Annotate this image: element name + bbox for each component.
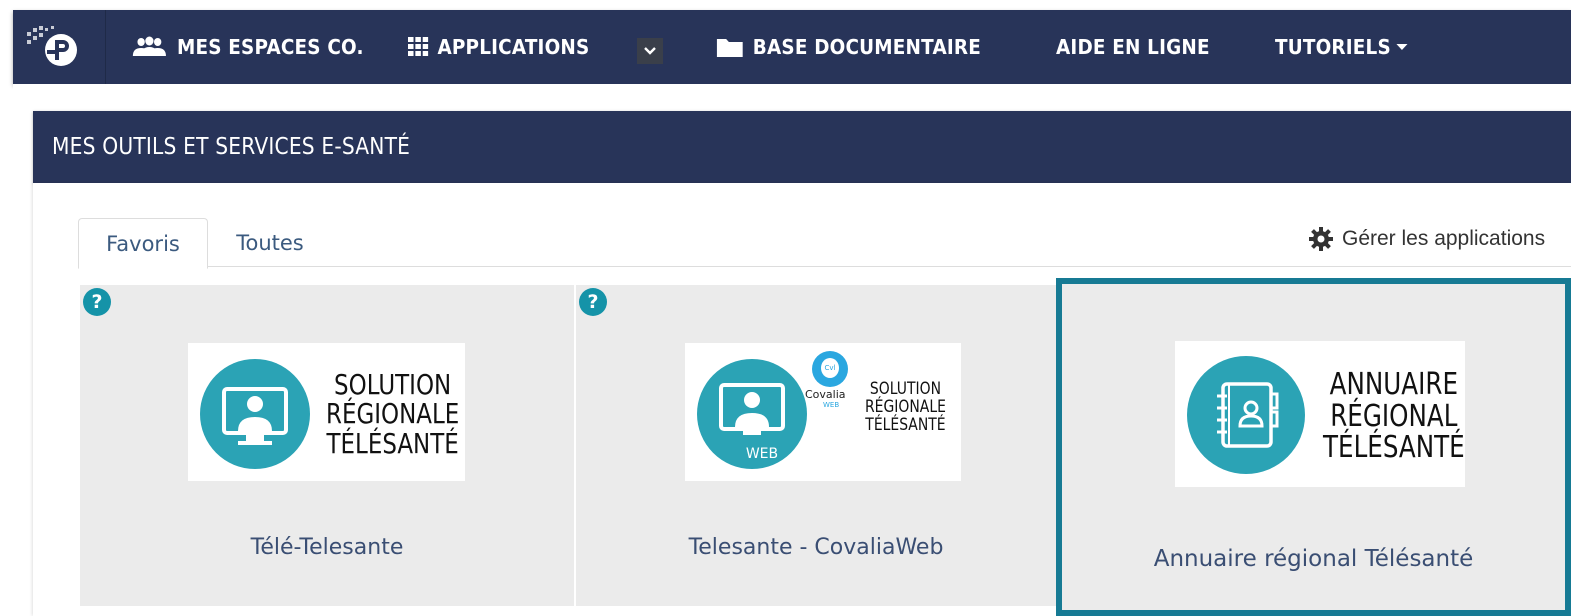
chevron-down-icon: [644, 47, 656, 55]
panel-title: MES OUTILS ET SERVICES E-SANTÉ: [52, 134, 411, 160]
applications-dropdown-button[interactable]: [637, 38, 663, 64]
nav-base-documentaire-label: BASE DOCUMENTAIRE: [752, 35, 982, 59]
logo-line: TÉLÉSANTÉ: [1323, 430, 1465, 465]
manage-applications-label: Gérer les applications: [1342, 227, 1546, 250]
nav-tutoriels[interactable]: TUTORIELS: [1275, 10, 1408, 84]
users-icon: [131, 36, 168, 58]
grid-icon: [408, 37, 429, 57]
covalia-brand-text: Covalia: [805, 388, 846, 401]
app-card-title: Télé-Telesante: [250, 535, 404, 560]
logo-line: RÉGIONALE: [326, 397, 460, 431]
manage-applications-link[interactable]: Gérer les applications: [1308, 222, 1545, 256]
web-badge: WEB: [745, 446, 779, 462]
tab-favoris[interactable]: Favoris: [78, 218, 208, 269]
app-card-title: Telesante - CovaliaWeb: [688, 535, 944, 560]
nav-base-documentaire[interactable]: BASE DOCUMENTAIRE: [716, 10, 981, 84]
logo-caption: SOLUTION RÉGIONALE TÉLÉSANTÉ: [865, 380, 946, 435]
app-logo-covaliaweb: WEB Cvl Covalia WEB SOLUTION RÉGIONALE T…: [685, 343, 961, 481]
help-icon[interactable]: ?: [83, 288, 111, 316]
logo-caption: SOLUTION RÉGIONALE TÉLÉSANTÉ: [326, 368, 460, 460]
logo-line: ANNUAIRE: [1329, 367, 1459, 402]
caret-down-icon: [1396, 44, 1408, 50]
address-book-icon: [1187, 356, 1305, 474]
app-card-title: Annuaire régional Télésanté: [1153, 546, 1474, 572]
app-logo-tele-telesante: SOLUTION RÉGIONALE TÉLÉSANTÉ: [188, 343, 465, 481]
tab-toutes[interactable]: Toutes: [220, 218, 320, 267]
top-margin: [0, 0, 1571, 10]
gear-icon: [1308, 226, 1334, 252]
nav-aide-en-ligne[interactable]: AIDE EN LIGNE: [1056, 10, 1210, 84]
app-card-annuaire[interactable]: ANNUAIRE RÉGIONAL TÉLÉSANTÉ Annuaire rég…: [1056, 278, 1571, 616]
folder-icon: [716, 36, 744, 58]
logo-line: RÉGIONAL: [1330, 398, 1458, 434]
nav-tutoriels-label: TUTORIELS: [1275, 35, 1391, 59]
nav-applications[interactable]: APPLICATIONS: [408, 10, 589, 84]
app-card-covaliaweb[interactable]: ? WEB Cvl Covalia WEB SOLUTION RÉGIONALE…: [576, 285, 1056, 606]
nav-mes-espaces[interactable]: MES ESPACES CO.: [131, 10, 364, 84]
logo-line: TÉLÉSANTÉ: [865, 414, 946, 435]
nav-mes-espaces-label: MES ESPACES CO.: [177, 35, 364, 59]
nav-applications-label: APPLICATIONS: [437, 35, 590, 59]
logo-line: TÉLÉSANTÉ: [326, 426, 459, 460]
monitor-doctor-icon: [200, 359, 310, 469]
logo-line: RÉGIONALE: [865, 396, 946, 417]
covalia-logo-icon: Cvl: [812, 351, 848, 387]
help-icon[interactable]: ?: [579, 288, 607, 316]
logo-caption: ANNUAIRE RÉGIONAL TÉLÉSANTÉ: [1323, 369, 1465, 464]
panel-header: MES OUTILS ET SERVICES E-SANTÉ: [33, 111, 1571, 183]
logo-line: SOLUTION: [334, 368, 452, 401]
app-card-tele-telesante[interactable]: ? SOLUTION RÉGIONALE TÉLÉSANTÉ Télé-Tele…: [80, 285, 574, 606]
covalia-brand-sub: WEB: [823, 401, 840, 409]
app-logo[interactable]: [13, 10, 106, 84]
app-logo-annuaire: ANNUAIRE RÉGIONAL TÉLÉSANTÉ: [1175, 341, 1465, 487]
covalia-mark: Cvl: [821, 358, 839, 378]
nav-aide-en-ligne-label: AIDE EN LIGNE: [1056, 35, 1210, 59]
app-logo-icon: [27, 26, 77, 66]
top-navbar: MES ESPACES CO. APPLICATIONS BASE DOCUME…: [13, 10, 1571, 84]
